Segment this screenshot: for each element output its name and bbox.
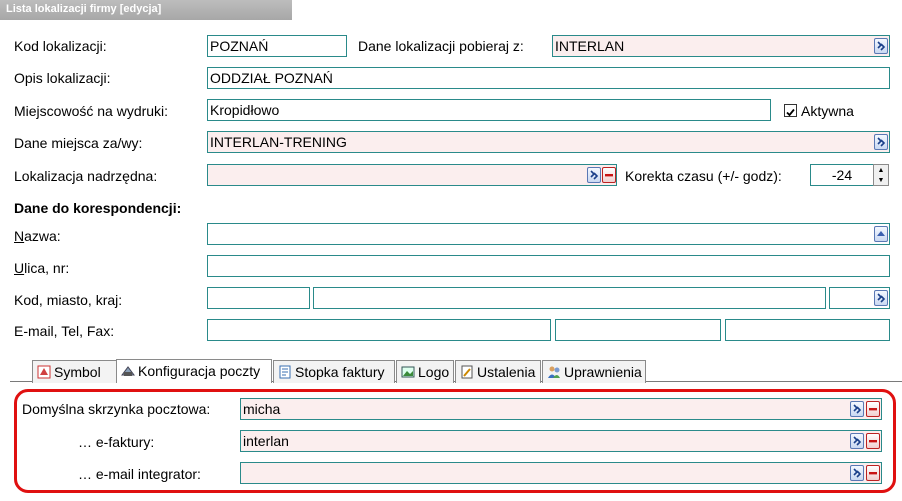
mail-config-icon [121,364,135,378]
tab-label: Ustalenia [477,364,536,380]
korekta-czasu-input[interactable]: -24 [810,164,874,186]
tab-logo[interactable]: Logo [396,360,454,383]
fax-input[interactable] [725,319,890,341]
tab-symbol[interactable]: Symbol [32,360,118,383]
users-icon [547,365,561,379]
dane-miejsca-label: Dane miejsca za/wy: [14,135,143,151]
dane-pobieraj-label: Dane lokalizacji pobieraj z: [358,38,524,54]
korespondencja-title: Dane do korespondencji: [14,200,182,216]
ulica-input[interactable] [207,255,890,277]
e-faktury-clear-icon[interactable] [866,433,880,449]
tab-label: Konfiguracja poczty [138,363,261,379]
dane-miejsca-select[interactable]: INTERLAN-TRENING [207,131,890,153]
lokalizacja-nadrzedna-clear-icon[interactable] [602,167,616,183]
domyslna-skrzynka-clear-icon[interactable] [866,401,880,417]
korekta-czasu-stepper[interactable]: ▲ ▼ [873,164,889,186]
miejscowosc-input[interactable]: Kropidłowo [207,99,771,121]
lokalizacja-nadrzedna-select[interactable] [207,164,617,186]
tab-label: Uprawnienia [564,364,642,380]
kraj-dropdown-icon[interactable] [874,290,888,306]
domyslna-skrzynka-select[interactable]: micha [240,398,882,420]
dane-pobieraj-select[interactable]: INTERLAN [552,35,890,57]
email-tel-fax-label: E-mail, Tel, Fax: [14,323,115,339]
kod-lokalizacji-label: Kod lokalizacji: [14,38,107,54]
lokalizacja-nadrzedna-dropdown-icon[interactable] [587,167,601,183]
nazwa-label: Nazwa: [14,228,61,244]
symbol-icon [37,365,51,379]
miasto-input[interactable] [313,287,826,309]
tab-stopka-faktury[interactable]: Stopka faktury [273,360,395,383]
stepper-down-icon[interactable]: ▼ [874,175,888,185]
tab-label: Logo [418,364,450,380]
email-integrator-clear-icon[interactable] [866,465,880,481]
tab-konfiguracja-poczty[interactable]: Konfiguracja poczty [116,359,272,383]
dane-miejsca-dropdown-icon[interactable] [874,134,888,150]
e-faktury-select[interactable]: interlan [240,430,882,452]
tab-uprawnienia[interactable]: Uprawnienia [542,360,646,383]
e-faktury-label: … e-faktury: [78,434,155,450]
kod-pocztowy-input[interactable] [207,287,310,309]
window-title-bar: Lista lokalizacji firmy [edycja] [0,0,292,20]
aktywna-label: Aktywna [801,103,854,119]
tab-ustalenia[interactable]: Ustalenia [455,360,541,383]
miejscowosc-label: Miejscowość na wydruki: [14,103,169,119]
tab-label: Symbol [54,364,101,380]
nazwa-input[interactable] [207,223,890,245]
domyslna-skrzynka-label: Domyślna skrzynka pocztowa: [22,401,211,417]
e-faktury-dropdown-icon[interactable] [850,433,864,449]
opis-lokalizacji-label: Opis lokalizacji: [14,70,111,86]
dane-pobieraj-dropdown-icon[interactable] [874,38,888,54]
image-icon [401,365,415,379]
tel-input[interactable] [555,319,721,341]
korekta-czasu-label: Korekta czasu (+/- godz): [625,168,782,184]
kod-miasto-kraj-label: Kod, miasto, kraj: [14,292,123,308]
email-integrator-select[interactable] [240,462,882,484]
ulica-label: Ulica, nr: [14,260,70,276]
nazwa-expand-icon[interactable] [874,226,888,242]
document-icon [278,365,292,379]
stepper-up-icon[interactable]: ▲ [874,165,888,175]
window-title: Lista lokalizacji firmy [edycja] [6,3,162,15]
email-integrator-label: … e-mail integrator: [78,466,201,482]
opis-lokalizacji-input[interactable]: ODDZIAŁ POZNAŃ [207,67,890,89]
settings-doc-icon [460,365,474,379]
email-integrator-dropdown-icon[interactable] [850,465,864,481]
domyslna-skrzynka-dropdown-icon[interactable] [850,401,864,417]
kod-lokalizacji-input[interactable]: POZNAŃ [207,35,347,57]
email-input[interactable] [207,319,551,341]
tab-label: Stopka faktury [295,364,385,380]
aktywna-checkbox[interactable] [784,104,797,117]
lokalizacja-nadrzedna-label: Lokalizacja nadrzędna: [14,168,158,184]
